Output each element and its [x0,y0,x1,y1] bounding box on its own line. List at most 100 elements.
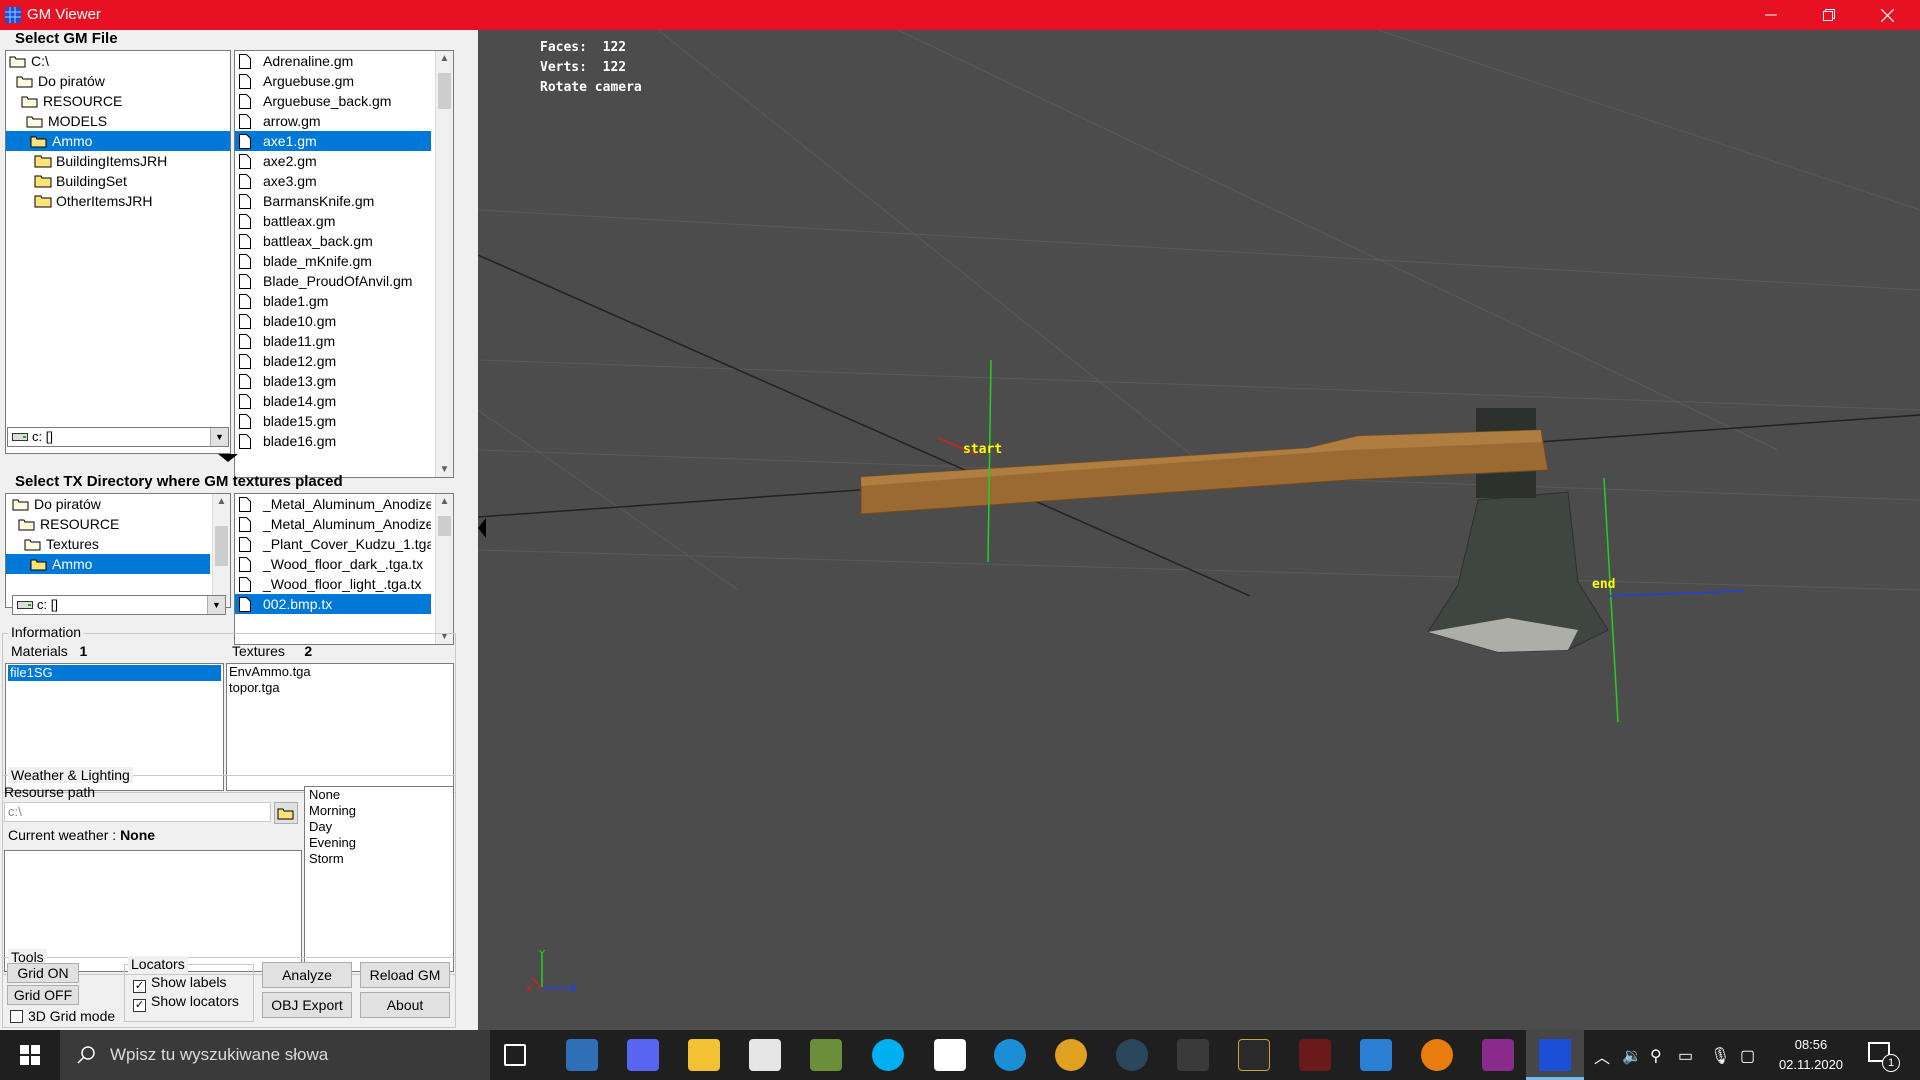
gm_file-file-item[interactable]: Arguebuse.gm [235,71,431,91]
tx-tree-item-ammo[interactable]: Ammo [6,554,210,574]
gm_file-file-item[interactable]: axe3.gm [235,171,431,191]
browse-folder-button[interactable] [274,802,298,824]
scroll-up-icon[interactable]: ▲ [436,496,453,507]
microphone-icon[interactable]: 🎙 [1710,1046,1730,1066]
minimize-button[interactable] [1742,0,1800,30]
tx-tree-item-resource[interactable]: RESOURCE [18,514,119,534]
task-view-icon[interactable] [504,1044,526,1066]
taskbar-app-discord-icon[interactable] [627,1039,659,1071]
taskbar-app-minecraft-icon[interactable] [810,1039,842,1071]
gm_file-file-item[interactable]: blade14.gm [235,391,431,411]
gm_file-file-item[interactable]: battleax.gm [235,211,431,231]
gm_file-file-item[interactable]: battleax_back.gm [235,231,431,251]
taskbar-app-skype-icon[interactable] [872,1039,904,1071]
tree-item-ammo[interactable]: Ammo [6,131,230,151]
tree-item-resource[interactable]: RESOURCE [21,91,122,111]
taskbar-app-ship-icon[interactable] [1177,1039,1209,1071]
tx-file-scrollbar[interactable]: ▲ ▼ [435,494,453,644]
taskbar-app-steam-icon[interactable] [1116,1039,1148,1071]
battery-icon[interactable]: ▭ [1678,1046,1693,1066]
taskbar-app-edge-icon[interactable] [994,1039,1026,1071]
show-labels-checkbox[interactable]: ✓ Show labels [133,974,227,993]
analyze-button[interactable]: Analyze [262,962,352,988]
weather-option[interactable]: Morning [305,803,453,819]
scene-canvas[interactable]: start end Y X Z [478,30,1920,1030]
tx_dir-file-item[interactable]: 002.bmp.tx [235,594,431,614]
grid-3d-checkbox[interactable]: 3D Grid mode [10,1008,115,1024]
gm_file-file-item[interactable]: blade10.gm [235,311,431,331]
taskbar-app-gm-viewer[interactable] [1526,1030,1584,1080]
volume-icon[interactable]: 🔉 [1622,1046,1642,1066]
network-icon[interactable]: ▢ [1740,1046,1755,1066]
3d-viewport[interactable]: start end Y X Z Faces: 122 Verts: 122 Ro… [478,30,1920,1030]
gm_file-file-item[interactable]: arrow.gm [235,111,431,131]
scroll-down-icon[interactable]: ▼ [436,464,453,475]
taskbar-app-window-icon[interactable] [934,1039,966,1071]
scroll-thumb[interactable] [438,516,451,536]
weather-options-list[interactable]: None Morning Day Evening Storm [304,786,454,972]
resource-path-input[interactable]: c:\ [4,802,271,822]
gm-file-list[interactable]: Adrenaline.gm Arguebuse.gm Arguebuse_back.… [234,50,454,478]
taskbar-search[interactable]: Wpisz tu wyszukiwane słowa [60,1030,490,1080]
splitter-down-icon[interactable] [218,454,238,462]
tx_dir-file-item[interactable]: _Wood_floor_light_.tga.tx [235,574,431,594]
gm_file-file-item[interactable]: blade16.gm [235,431,431,451]
taskbar-app-blender-icon[interactable] [1421,1039,1453,1071]
taskbar-app-game-icon[interactable] [1299,1039,1331,1071]
texture-item[interactable]: topor.tga [227,680,453,696]
taskbar-clock[interactable]: 08:56 02.11.2020 [1776,1035,1846,1075]
weather-option[interactable]: Evening [305,835,453,851]
gm_file-file-item[interactable]: Arguebuse_back.gm [235,91,431,111]
tx_dir-file-item[interactable]: _Plant_Cover_Kudzu_1.tga. [235,534,431,554]
textures-list[interactable]: EnvAmmo.tga topor.tga [226,663,454,791]
grid-on-button[interactable]: Grid ON [7,963,79,983]
gm_file-file-item[interactable]: axe1.gm [235,131,431,151]
usb-icon[interactable]: ⚲ [1650,1046,1662,1066]
weather-option[interactable]: None [305,787,453,803]
about-button[interactable]: About [360,992,450,1018]
tx-tree-item-do-piratow[interactable]: Do piratów [12,494,101,514]
tree-item-root[interactable]: C:\ [9,51,49,71]
taskbar-app-mail-icon[interactable] [1360,1039,1392,1071]
texture-item[interactable]: EnvAmmo.tga [227,664,453,680]
tree-item-otheritemsjrh[interactable]: OtherItemsJRH [34,191,152,211]
tree-item-buildingitemsjrh[interactable]: BuildingItemsJRH [34,151,167,171]
tx-drive-select[interactable]: c: [] ▼ [12,595,226,615]
tx_dir-file-item[interactable]: _Wood_floor_dark_.tga.tx [235,554,431,574]
taskbar-app-store-icon[interactable] [749,1039,781,1071]
collapse-panel-icon[interactable] [478,518,486,538]
scroll-thumb[interactable] [438,73,451,109]
gm-file-scrollbar[interactable]: ▲ ▼ [435,51,453,477]
gm-drive-select[interactable]: c: [] ▼ [7,427,229,447]
show-locators-checkbox[interactable]: ✓ Show locators [133,993,239,1012]
scroll-up-icon[interactable]: ▲ [213,496,230,507]
gm_file-file-item[interactable]: blade12.gm [235,351,431,371]
taskbar-app-fs-icon[interactable] [1238,1039,1270,1071]
obj-export-button[interactable]: OBJ Export [262,992,352,1018]
gm_file-file-item[interactable]: axe2.gm [235,151,431,171]
gm_file-file-item[interactable]: blade1.gm [235,291,431,311]
weather-option[interactable]: Day [305,819,453,835]
close-button[interactable] [1858,0,1916,30]
gm_file-file-item[interactable]: Adrenaline.gm [235,51,431,71]
scroll-up-icon[interactable]: ▲ [436,53,453,64]
taskbar-app-explorer-icon[interactable] [688,1039,720,1071]
tx-tree-scrollbar[interactable]: ▲ ▼ [212,494,230,607]
tx-folder-tree[interactable]: Do piratów RESOURCE Textures Ammo ▲ ▼ [5,493,231,608]
tree-item-do-piratow[interactable]: Do piratów [16,71,105,91]
tx-tree-item-textures[interactable]: Textures [24,534,99,554]
gm_file-file-item[interactable]: BarmansKnife.gm [235,191,431,211]
material-item[interactable]: file1SG [8,665,221,681]
gm_file-file-item[interactable]: Blade_ProudOfAnvil.gm [235,271,431,291]
weather-option[interactable]: Storm [305,851,453,867]
taskbar-app-chrome-icon[interactable] [1055,1039,1087,1071]
chevron-up-icon[interactable]: ︿ [1594,1044,1610,1068]
gm_file-file-item[interactable]: blade13.gm [235,371,431,391]
gm_file-file-item[interactable]: blade15.gm [235,411,431,431]
restore-button[interactable] [1800,0,1858,30]
gm_file-file-item[interactable]: blade11.gm [235,331,431,351]
taskbar-app-winrar-icon[interactable] [1482,1039,1514,1071]
reload-gm-button[interactable]: Reload GM [360,962,450,988]
gm-folder-tree[interactable]: C:\ Do piratów RESOURCE MODELS Ammo Buil… [5,50,231,454]
start-button[interactable] [0,1030,60,1080]
